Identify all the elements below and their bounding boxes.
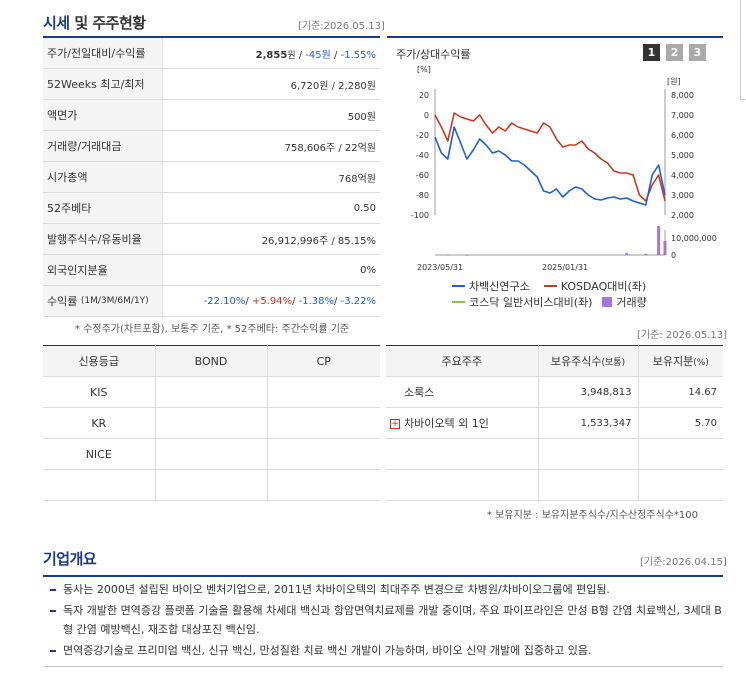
list-item: 면역증강기술로 프리미엄 백신, 신규 백신, 만성질환 치료 백신 개발이 가… bbox=[43, 641, 723, 660]
right-tick-label: 2,000 bbox=[671, 211, 694, 220]
row-value: 6,720원 / 2,280원 bbox=[290, 80, 376, 92]
shareholder-table: 주요주주 보유주식수(보통) 보유지분(%) 소룩스 3,948,813 14.… bbox=[386, 345, 723, 501]
overview-list: 동사는 2000년 설립된 바이오 벤처기업으로, 2011년 차바이오텍의 최… bbox=[43, 575, 723, 667]
volume-bar bbox=[644, 253, 648, 255]
row-foreign: 외국인지분율 0% bbox=[43, 255, 380, 286]
row-label: 외국인지분율 bbox=[43, 255, 163, 285]
legend-swatch-blue bbox=[452, 285, 465, 287]
right-tick-label: 7,000 bbox=[671, 111, 694, 120]
legend-item: 차백신연구소 bbox=[452, 278, 530, 294]
row-52weeks: 52Weeks 최고/최저 6,720원 / 2,280원 bbox=[43, 69, 380, 100]
table-row: KIS bbox=[43, 376, 380, 408]
row-market-cap: 시가총액 768억원 bbox=[43, 162, 380, 193]
table-row: KR bbox=[43, 407, 380, 439]
overview-date: [기준:2026.04.15] bbox=[640, 557, 727, 568]
relative-return-chart: [%] [원] 20 0 -20 -40 -60 -80 -100 8,000 7,000 6,000… bbox=[411, 65, 717, 272]
row-value: 0% bbox=[360, 264, 376, 276]
row-label: 액면가 bbox=[43, 100, 163, 130]
shareholder-header: 보유지분(%) bbox=[638, 345, 723, 377]
market-date: [기준:2026.05.13] bbox=[298, 21, 385, 32]
row-beta: 52주베타 0.50 bbox=[43, 193, 380, 224]
legend-swatch-purple bbox=[602, 297, 613, 307]
row-value: 768억원 bbox=[338, 173, 377, 185]
volume-bar bbox=[446, 254, 450, 256]
row-label: 수익률 (1M/3M/6M/1Y) bbox=[43, 286, 163, 316]
volume-bar bbox=[663, 241, 667, 255]
table-row bbox=[386, 469, 723, 501]
row-value: 500원 bbox=[347, 111, 376, 123]
right-axis-unit: [원] bbox=[667, 77, 681, 86]
series-line-1 bbox=[434, 112, 666, 202]
row-value: 2,855원 / -45원 / -1.55% bbox=[255, 49, 376, 61]
legend-swatch-green bbox=[452, 301, 465, 303]
left-tick-label: -60 bbox=[416, 171, 429, 180]
left-tick-label: -40 bbox=[416, 151, 429, 160]
shareholder-header: 보유주식수(보통) bbox=[538, 345, 639, 377]
row-value: 26,912,996주 / 85.15% bbox=[261, 235, 376, 247]
chart-legend-row-2: 코스닥 일반서비스대비(좌) 거래량 bbox=[452, 294, 647, 310]
left-tick-label: 20 bbox=[419, 91, 429, 100]
table-row bbox=[43, 469, 380, 501]
right-tick-label: 5,000 bbox=[671, 151, 694, 160]
chart-panel: 주가/상대수익률 1 2 3 [%] [원] 20 0 -20 -40 -60 -80 -100… bbox=[387, 36, 723, 315]
table-row bbox=[386, 438, 723, 470]
left-tick-label: -80 bbox=[416, 191, 429, 200]
row-label: 주가/전일대비/수익률 bbox=[43, 38, 163, 68]
left-tick-label: -20 bbox=[416, 131, 429, 140]
list-item: 동사는 2000년 설립된 바이오 벤처기업으로, 2011년 차바이오텍의 최… bbox=[43, 580, 723, 599]
right-tick-label: 8,000 bbox=[671, 91, 694, 100]
row-label: 시가총액 bbox=[43, 162, 163, 192]
left-tick-label: -100 bbox=[411, 211, 429, 220]
row-label: 52Weeks 최고/최저 bbox=[43, 69, 163, 99]
credit-header: 신용등급 bbox=[43, 345, 156, 377]
shareholder-footnote: * 보유지분 : 보유지분주식수/지수산정주식수*100 bbox=[487, 510, 698, 521]
legend-item: KOSDAQ대비(좌) bbox=[543, 278, 646, 294]
row-value: 758,606주 / 22억원 bbox=[284, 142, 376, 154]
table-row: + 차바이오텍 외 1인 1,533,347 5.70 bbox=[386, 407, 723, 439]
market-section-title: 시세 및 주주현황 bbox=[43, 14, 146, 32]
legend-item: 코스닥 일반서비스대비(좌) bbox=[452, 294, 592, 310]
x-tick-label: 2025/01/31 bbox=[542, 263, 588, 272]
series-line-0 bbox=[434, 126, 666, 206]
row-label: 발행주식수/유동비율 bbox=[43, 224, 163, 254]
chart-legend-row-1: 차백신연구소 KOSDAQ대비(좌) bbox=[452, 278, 646, 294]
row-label: 52주베타 bbox=[43, 193, 163, 223]
chart-date: [기준: 2026.05.13] bbox=[637, 330, 728, 341]
row-price: 주가/전일대비/수익률 2,855원 / -45원 / -1.55% bbox=[43, 38, 380, 69]
expand-plus-icon[interactable]: + bbox=[390, 419, 400, 429]
table-row: 소룩스 3,948,813 14.67 bbox=[386, 376, 723, 408]
market-table: 주가/전일대비/수익률 2,855원 / -45원 / -1.55% 52Wee… bbox=[43, 36, 380, 317]
market-footnote: * 수정주가(차트포함), 보통주 기준, * 52주베타: 주간수익률 기준 bbox=[75, 324, 350, 335]
left-axis-unit: [%] bbox=[417, 65, 431, 74]
volume-tick-label: 0 bbox=[671, 251, 676, 260]
overview-title: 기업개요 bbox=[43, 550, 97, 568]
legend-item: 거래량 bbox=[602, 294, 647, 310]
left-tick-label: 0 bbox=[424, 111, 429, 120]
row-value: 0.50 bbox=[353, 202, 376, 214]
row-par-value: 액면가 500원 bbox=[43, 100, 380, 131]
volume-tick-label: 10,000,000 bbox=[671, 234, 717, 243]
volume-bar bbox=[625, 253, 629, 255]
window-edge bbox=[740, 0, 746, 100]
volume-bar bbox=[657, 225, 661, 255]
volume-bar bbox=[465, 254, 469, 256]
credit-header: CP bbox=[267, 345, 380, 377]
right-tick-label: 3,000 bbox=[671, 191, 694, 200]
right-tick-label: 6,000 bbox=[671, 131, 694, 140]
row-value: -22.10%/ +5.94%/ -1.38%/ -3.22% bbox=[203, 295, 376, 307]
price-change: -45원 bbox=[305, 49, 331, 61]
list-item: 독자 개발한 면역증강 플랫폼 기술을 활용해 차세대 백신과 항암면역치료제를… bbox=[43, 601, 723, 639]
legend-swatch-red bbox=[543, 285, 557, 287]
row-volume: 거래량/거래대금 758,606주 / 22억원 bbox=[43, 131, 380, 162]
credit-rating-table: 신용등급 BOND CP KIS KR NICE bbox=[43, 345, 380, 501]
right-tick-label: 4,000 bbox=[671, 171, 694, 180]
row-shares: 발행주식수/유동비율 26,912,996주 / 85.15% bbox=[43, 224, 380, 255]
row-label: 거래량/거래대금 bbox=[43, 131, 163, 161]
credit-header: BOND bbox=[155, 345, 268, 377]
x-tick-label: 2023/05/31 bbox=[417, 263, 463, 272]
shareholder-header: 주요주주 bbox=[386, 345, 539, 377]
price-rate: -1.55% bbox=[340, 49, 376, 61]
table-row: NICE bbox=[43, 438, 380, 470]
row-returns: 수익률 (1M/3M/6M/1Y) -22.10%/ +5.94%/ -1.38… bbox=[43, 286, 380, 317]
